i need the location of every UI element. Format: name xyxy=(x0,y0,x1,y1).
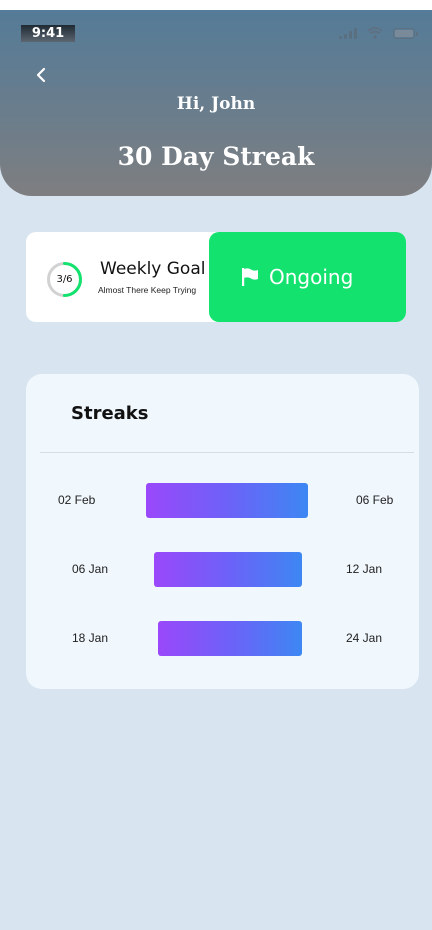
goal-title: Weekly Goal xyxy=(100,259,206,279)
chevron-left-icon xyxy=(36,67,46,83)
streak-end-date: 12 Jan xyxy=(346,562,383,576)
streak-start-date: 18 Jan xyxy=(72,631,109,645)
ongoing-label: Ongoing xyxy=(269,265,354,289)
streaks-card: Streaks 02 Feb 06 Feb 06 Jan 12 Jan 18 J… xyxy=(26,374,419,689)
progress-label: 3/6 xyxy=(56,274,73,285)
wifi-icon xyxy=(367,27,383,39)
header: 9:41 Hi, John 30 Day Streak xyxy=(0,10,432,196)
status-icons xyxy=(339,27,418,39)
ongoing-button[interactable]: Ongoing xyxy=(209,232,406,322)
streak-start-date: 02 Feb xyxy=(58,493,96,507)
back-button[interactable] xyxy=(30,64,52,86)
streak-end-date: 06 Feb xyxy=(356,493,394,507)
streak-start-date: 06 Jan xyxy=(72,562,109,576)
streak-end-date: 24 Jan xyxy=(346,631,383,645)
battery-icon xyxy=(393,27,418,39)
weekly-goal-card: 3/6 Weekly Goal Almost There Keep Trying… xyxy=(26,232,406,322)
signal-icon xyxy=(339,27,357,39)
streaks-title: Streaks xyxy=(71,403,149,424)
goal-subtitle: Almost There Keep Trying xyxy=(98,285,197,295)
greeting: Hi, John xyxy=(176,94,256,114)
divider xyxy=(40,452,414,453)
streak-bar xyxy=(154,552,302,587)
page-title: 30 Day Streak xyxy=(117,142,315,171)
streak-bar xyxy=(146,483,308,518)
status-time: 9:41 xyxy=(21,25,75,42)
top-strip xyxy=(0,0,432,10)
flag-icon xyxy=(242,268,258,286)
streak-bar xyxy=(158,621,302,656)
